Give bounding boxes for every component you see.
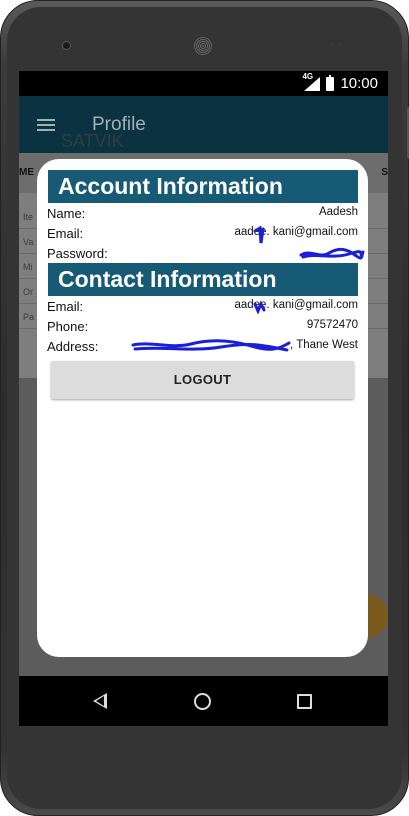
name-label: Name:: [47, 206, 86, 221]
account-email-row: Email: aadee. kani@gmail.com: [47, 225, 358, 243]
name-value: Aadesh: [318, 206, 358, 218]
contact-email-label: Email:: [47, 299, 84, 314]
earpiece-speaker: [194, 37, 212, 55]
status-time: 10:00: [340, 75, 378, 92]
phone-frame: 4G 10:00 Profile ME S SATVIK Ite Va Mi O…: [0, 0, 409, 816]
email-label: Email:: [47, 226, 84, 241]
contact-information-header: Contact Information: [48, 263, 358, 296]
phone-label: Phone:: [47, 319, 89, 334]
screen: 4G 10:00 Profile ME S SATVIK Ite Va Mi O…: [19, 71, 388, 726]
logout-button[interactable]: LOGOUT: [51, 361, 354, 399]
background-column-right: S: [381, 167, 388, 178]
status-bar: 4G 10:00: [19, 71, 388, 96]
account-information-header: Account Information: [48, 170, 358, 203]
background-subtitle: SATVIK: [61, 131, 124, 151]
back-icon[interactable]: [93, 693, 107, 709]
redaction-scribble: [253, 225, 265, 244]
phone-value: 97572470: [306, 319, 358, 331]
recent-apps-icon[interactable]: [297, 694, 312, 709]
redaction-scribble: [253, 300, 266, 314]
address-value: , Thane West: [290, 339, 358, 351]
profile-dialog: Account Information Name: Aadesh Email: …: [37, 159, 368, 657]
address-label: Address:: [47, 339, 99, 354]
account-name-row: Name: Aadesh: [47, 205, 358, 223]
background-column-left: ME: [19, 167, 34, 178]
redaction-scribble: [131, 339, 291, 352]
signal-icon: 4G: [302, 72, 321, 91]
hamburger-menu-icon[interactable]: [37, 119, 55, 131]
contact-phone-row: Phone: 97572470: [47, 318, 358, 336]
front-camera: [62, 41, 71, 50]
sensor-dots: [329, 43, 343, 47]
navigation-bar: [19, 676, 388, 726]
network-type: 4G: [302, 71, 314, 81]
battery-icon: [326, 74, 335, 91]
password-label: Password:: [47, 246, 108, 261]
redaction-scribble: [299, 247, 365, 260]
home-icon[interactable]: [194, 693, 211, 710]
contact-email-row: Email: aadee. kani@gmail.com: [47, 298, 358, 316]
